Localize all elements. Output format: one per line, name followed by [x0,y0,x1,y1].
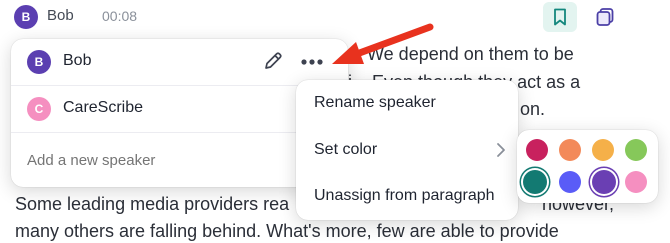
color-swatch-coral[interactable] [559,139,581,161]
bookmark-icon [554,8,566,26]
speaker-name-carescribe: CareScribe [63,99,144,116]
speaker-avatar-carescribe: C [27,97,51,121]
header-avatar: B [14,5,38,29]
speaker-row-bob[interactable]: B Bob [11,39,348,85]
bookmark-button[interactable] [543,2,577,32]
speaker-avatar-bob: B [27,50,51,74]
pencil-icon [265,52,282,69]
transcript-line-5: many others are falling behind. What's m… [15,221,559,241]
annotation-arrow [332,23,434,64]
color-swatch-green[interactable] [625,139,647,161]
header-timestamp: 00:08 [102,8,138,24]
menu-item-unassign-paragraph[interactable]: Unassign from paragraph [314,187,495,205]
color-swatch-teal[interactable] [523,170,547,194]
color-swatch-crimson[interactable] [526,139,548,161]
color-swatch-pink[interactable] [625,171,647,193]
color-palette [517,130,658,203]
header-speaker-name: Bob [47,7,74,24]
copy-button[interactable] [590,2,620,32]
transcript-line-3: on. [520,99,546,119]
transcript-line-4: Some leading media providers rea [15,194,290,214]
add-speaker-input[interactable] [25,146,309,174]
menu-item-rename-speaker[interactable]: Rename speaker [314,94,436,112]
copy-icon [596,8,614,26]
color-swatch-purple-selected[interactable] [592,170,616,194]
color-swatch-amber[interactable] [592,139,614,161]
color-swatch-blue[interactable] [559,171,581,193]
speaker-name-bob: Bob [63,52,92,69]
speaker-context-menu: Rename speaker Set color Unassign from p… [296,80,518,220]
chevron-right-icon [497,143,505,157]
menu-item-set-color[interactable]: Set color [314,141,377,159]
edit-speaker-button[interactable] [262,50,286,74]
